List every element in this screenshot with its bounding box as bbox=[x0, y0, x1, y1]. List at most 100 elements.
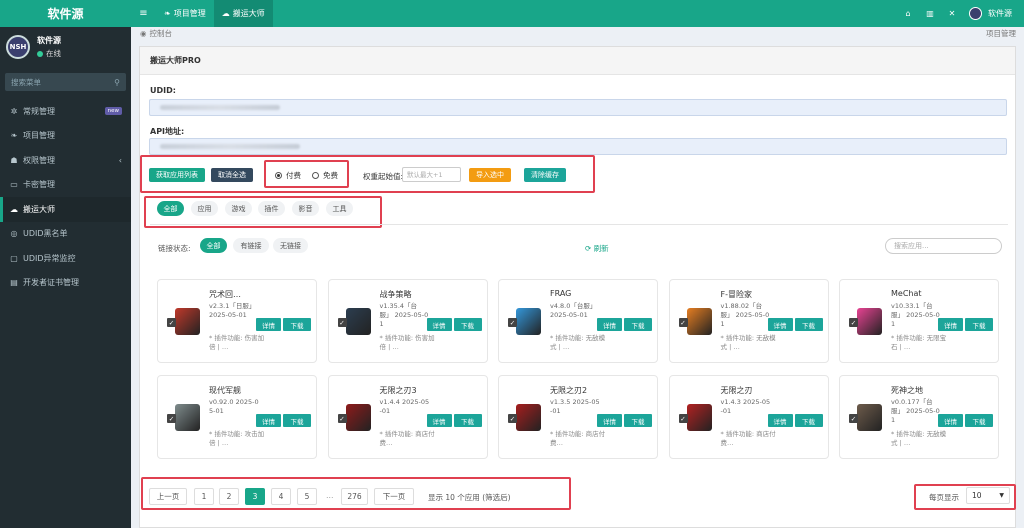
category-tab[interactable]: 游戏 bbox=[225, 201, 252, 216]
divider bbox=[150, 224, 1008, 225]
link-status-option[interactable]: 全部 bbox=[200, 238, 227, 253]
refresh-icon: ⟳ bbox=[585, 244, 592, 253]
tab-project[interactable]: ❧ 项目管理 bbox=[156, 0, 214, 27]
download-button[interactable]: 下载 bbox=[794, 318, 823, 331]
app-icon bbox=[175, 308, 200, 335]
fetch-apps-button[interactable]: 获取应用列表 bbox=[149, 168, 205, 182]
next-page-button[interactable]: 下一页 bbox=[374, 488, 414, 505]
checkbox-checked-icon[interactable]: ✓ bbox=[508, 414, 517, 423]
detail-button[interactable]: 详情 bbox=[938, 318, 963, 331]
deselect-all-button[interactable]: 取消全选 bbox=[211, 168, 253, 182]
udid-input[interactable] bbox=[149, 99, 1007, 116]
app-icon bbox=[857, 404, 882, 431]
app-notes: * 插件功能: 无敌模式 | … bbox=[550, 334, 606, 351]
menu-toggle-icon[interactable]: ≡ bbox=[131, 8, 156, 19]
sidebar-item[interactable]: ▤ 开发者证书管理 bbox=[0, 271, 131, 296]
checkbox-checked-icon[interactable]: ✓ bbox=[337, 414, 347, 423]
breadcrumb-right[interactable]: 项目管理 bbox=[986, 28, 1016, 39]
app-search-input[interactable] bbox=[885, 238, 1002, 254]
sidebar-item[interactable]: ◎ UDID黑名单 bbox=[0, 222, 131, 247]
sidebar-item[interactable]: ▭ 卡密管理 bbox=[0, 173, 131, 198]
link-status-option[interactable]: 无链接 bbox=[273, 238, 308, 253]
download-button[interactable]: 下载 bbox=[965, 318, 993, 331]
radio-free[interactable]: 免费 bbox=[312, 170, 338, 181]
checkbox-checked-icon[interactable]: ✓ bbox=[167, 414, 176, 423]
avatar bbox=[969, 7, 982, 20]
detail-button[interactable]: 详情 bbox=[256, 318, 281, 331]
sidebar-item[interactable]: ☗ 权限管理 ‹ bbox=[0, 148, 131, 173]
last-page-button[interactable]: 276 bbox=[341, 488, 368, 505]
page-button[interactable]: 2 bbox=[219, 488, 239, 505]
detail-button[interactable]: 详情 bbox=[597, 414, 622, 427]
category-tab[interactable]: 影音 bbox=[292, 201, 319, 216]
chevron-left-icon: ‹ bbox=[118, 155, 122, 165]
download-button[interactable]: 下载 bbox=[794, 414, 823, 427]
group-icon: ☗ bbox=[10, 155, 18, 165]
detail-button[interactable]: 详情 bbox=[938, 414, 963, 427]
detail-button[interactable]: 详情 bbox=[597, 318, 622, 331]
app-meta: v2.3.1「日服」 2025-05-01 bbox=[209, 302, 256, 319]
category-tab[interactable]: 插件 bbox=[258, 201, 285, 216]
download-button[interactable]: 下载 bbox=[453, 414, 482, 427]
category-tab[interactable]: 工具 bbox=[326, 201, 353, 216]
api-input[interactable] bbox=[149, 138, 1007, 155]
category-tab[interactable]: 全部 bbox=[157, 201, 184, 216]
download-button[interactable]: 下载 bbox=[453, 318, 482, 331]
home-icon[interactable]: ⌂ bbox=[897, 9, 919, 18]
radio-paid[interactable]: 付费 bbox=[275, 170, 301, 181]
import-selected-button[interactable]: 导入选中 bbox=[469, 168, 511, 182]
app-name: 无限之刃 bbox=[720, 386, 753, 395]
sidebar-item[interactable]: ❧ 项目管理 bbox=[0, 124, 131, 149]
prev-page-button[interactable]: 上一页 bbox=[149, 488, 187, 505]
download-button[interactable]: 下载 bbox=[624, 414, 652, 427]
checkbox-checked-icon[interactable]: ✓ bbox=[849, 414, 858, 423]
download-button[interactable]: 下载 bbox=[283, 414, 311, 427]
link-status-option[interactable]: 有链接 bbox=[233, 238, 269, 253]
download-button[interactable]: 下载 bbox=[624, 318, 652, 331]
breadcrumb-current[interactable]: 控制台 bbox=[150, 28, 173, 39]
app-name: F-冒险家 bbox=[720, 290, 753, 299]
download-button[interactable]: 下载 bbox=[283, 318, 311, 331]
app-meta: v4.8.0「台服」 2025-05-01 bbox=[550, 302, 597, 319]
page-button[interactable]: 1 bbox=[194, 488, 214, 505]
detail-button[interactable]: 详情 bbox=[767, 414, 793, 427]
topbar-user[interactable]: 软件源 bbox=[963, 7, 1024, 20]
detail-button[interactable]: 详情 bbox=[426, 414, 452, 427]
sidebar-item[interactable]: ✲ 常规管理 new bbox=[0, 99, 131, 124]
tab-mover[interactable]: ☁ 搬运大师 bbox=[213, 0, 273, 27]
trash-icon[interactable]: ▥ bbox=[919, 9, 941, 18]
fullscreen-icon[interactable]: ✕ bbox=[941, 9, 963, 18]
category-tab[interactable]: 应用 bbox=[191, 201, 218, 216]
app-card: ✓ 现代军舰 v0.92.0 2025-05-01 * 插件功能: 攻击加倍 | … 详… bbox=[157, 375, 317, 459]
detail-button[interactable]: 详情 bbox=[767, 318, 793, 331]
app-card: ✓ 无限之刃 v1.4.3 2025-05-01 * 插件功能: 商店付费… 详情 下载 bbox=[668, 375, 829, 459]
checkbox-checked-icon[interactable]: ✓ bbox=[678, 318, 688, 327]
sidebar-item[interactable]: ▢ UDID异常监控 bbox=[0, 246, 131, 271]
clear-cache-button[interactable]: 清除缓存 bbox=[524, 168, 566, 182]
checkbox-checked-icon[interactable]: ✓ bbox=[849, 318, 858, 327]
app-notes: * 插件功能: 商店付费… bbox=[720, 430, 776, 447]
checkbox-checked-icon[interactable]: ✓ bbox=[508, 318, 517, 327]
refresh-button[interactable]: ⟳ 刷新 bbox=[585, 243, 609, 254]
detail-button[interactable]: 详情 bbox=[426, 318, 452, 331]
weight-input[interactable] bbox=[402, 167, 461, 182]
checkbox-checked-icon[interactable]: ✓ bbox=[167, 318, 176, 327]
checkbox-checked-icon[interactable]: ✓ bbox=[678, 414, 688, 423]
page-button[interactable]: 4 bbox=[271, 488, 291, 505]
detail-button[interactable]: 详情 bbox=[256, 414, 281, 427]
page-button[interactable]: 5 bbox=[297, 488, 317, 505]
app-logo[interactable]: 软件源 bbox=[0, 0, 131, 27]
page-button[interactable]: 3 bbox=[245, 488, 265, 505]
per-page-select[interactable]: 10 ▼ bbox=[966, 487, 1010, 504]
search-icon[interactable]: ⚲ bbox=[114, 78, 120, 87]
menu-search-input[interactable] bbox=[11, 77, 101, 87]
breadcrumb: ◉ 控制台 bbox=[140, 28, 172, 39]
weight-label: 权重起始值: bbox=[363, 172, 404, 181]
download-button[interactable]: 下载 bbox=[965, 414, 993, 427]
app-name: 无限之刃3 bbox=[379, 386, 417, 395]
app-name: 战争策略 bbox=[379, 290, 412, 299]
app-name: 死神之地 bbox=[891, 386, 923, 395]
app-card: ✓ 无限之刃3 v1.4.4 2025-05-01 * 插件功能: 商店付费… 详情 下载 bbox=[327, 375, 488, 459]
checkbox-checked-icon[interactable]: ✓ bbox=[337, 318, 347, 327]
sidebar-item[interactable]: ☁ 搬运大师 bbox=[0, 197, 131, 222]
